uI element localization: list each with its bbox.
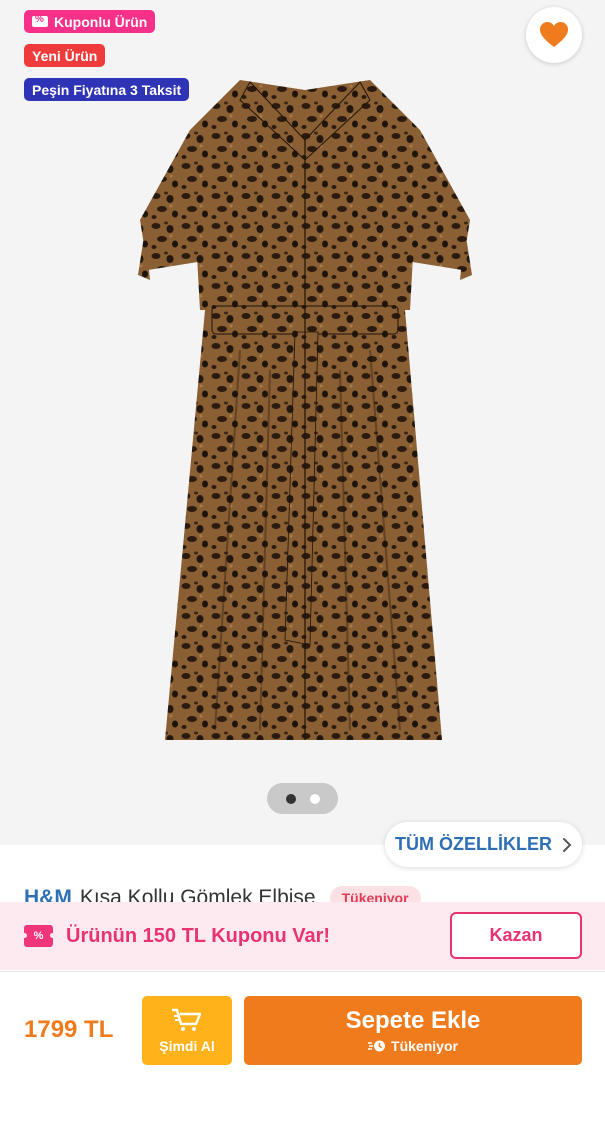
favorite-button[interactable] — [526, 7, 582, 63]
divider — [0, 971, 605, 972]
all-features-label: TÜM ÖZELLİKLER — [395, 834, 552, 854]
product-price: 1799 TL — [24, 1016, 114, 1043]
add-to-cart-button[interactable]: Sepete Ekle Tükeniyor — [244, 996, 582, 1065]
coupon-badge: Kuponlu Ürün — [24, 10, 156, 33]
coupon-badge-label: Kuponlu Ürün — [54, 13, 148, 30]
buy-now-button[interactable]: Şimdi Al — [142, 996, 232, 1065]
installment-badge: Peşin Fiyatına 3 Taksit — [24, 78, 190, 101]
clock-icon — [368, 1040, 386, 1052]
stock-note-label: Tükeniyor — [391, 1038, 458, 1054]
stock-note: Tükeniyor — [368, 1038, 458, 1054]
cart-icon — [172, 1008, 202, 1031]
coupon-banner: % Ürünün 150 TL Kuponu Var! Kazan — [0, 902, 605, 970]
new-product-badge: Yeni Ürün — [24, 44, 106, 67]
all-features-button[interactable]: TÜM ÖZELLİKLER — [385, 822, 582, 867]
coupon-icon — [32, 14, 48, 27]
coupon-banner-text: Ürünün 150 TL Kuponu Var! — [66, 924, 331, 947]
product-image-gallery[interactable]: Kuponlu Ürün Yeni Ürün Peşin Fiyatına 3 … — [0, 0, 605, 845]
coupon-icon: % — [22, 925, 55, 947]
earn-coupon-button[interactable]: Kazan — [450, 912, 582, 959]
installment-badge-label: Peşin Fiyatına 3 Taksit — [32, 81, 182, 98]
new-product-badge-label: Yeni Ürün — [32, 47, 98, 64]
badge-list: Kuponlu Ürün Yeni Ürün Peşin Fiyatına 3 … — [24, 10, 190, 101]
product-image — [138, 80, 472, 740]
pager-dot[interactable] — [309, 793, 320, 804]
add-to-cart-label: Sepete Ekle — [345, 1007, 481, 1034]
chevron-right-icon — [562, 837, 572, 852]
image-pager[interactable] — [267, 783, 338, 814]
buy-now-label: Şimdi Al — [159, 1037, 215, 1054]
heart-icon — [540, 22, 568, 47]
pager-dot-active[interactable] — [285, 793, 296, 804]
